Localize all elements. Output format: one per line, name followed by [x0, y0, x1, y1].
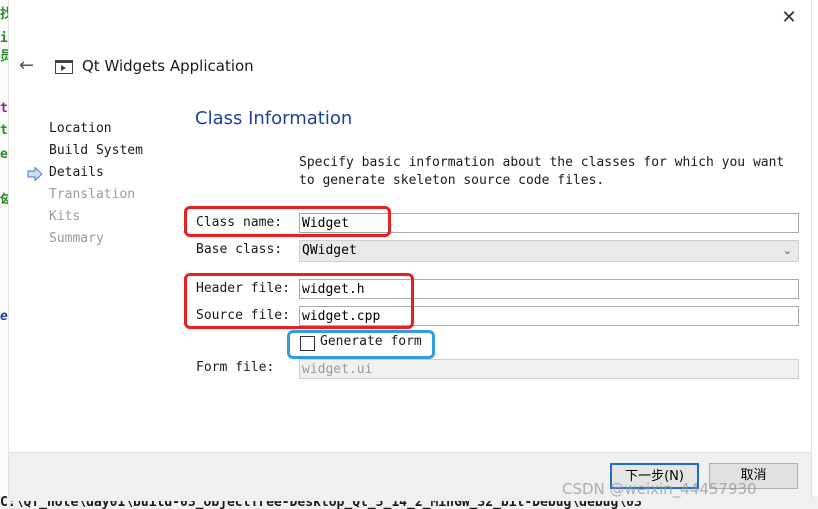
base-class-select[interactable]: QWidget ⌄ [299, 240, 799, 262]
sidebar-item-details: Details [49, 165, 104, 180]
sidebar-item-summary: Summary [49, 231, 104, 246]
chevron-down-icon: ⌄ [782, 244, 792, 257]
background-glyph: t [0, 101, 8, 116]
annotation-highlight-generate-form [287, 330, 435, 359]
background-glyph: i [0, 31, 8, 46]
form-file-field: widget.ui [299, 359, 799, 379]
background-glyph: e [0, 309, 8, 324]
base-class-label: Base class: [196, 242, 283, 257]
window-title: Qt Widgets Application [82, 57, 254, 75]
page-description: Specify basic information about the clas… [299, 154, 784, 190]
background-glyph: t [0, 123, 8, 138]
application-window-icon [55, 60, 73, 74]
current-step-arrow-icon [27, 167, 43, 181]
page-description-line: Specify basic information about the clas… [299, 155, 785, 170]
form-file-label: Form file: [196, 360, 275, 375]
base-class-value: QWidget [302, 243, 357, 258]
page-description-line: to generate skeleton source code files. [299, 173, 605, 188]
sidebar-item-build-system: Build System [49, 143, 143, 158]
back-arrow-icon[interactable]: ← [19, 56, 39, 76]
annotation-highlight-file-names [184, 273, 414, 329]
sidebar-item-location: Location [49, 121, 112, 136]
background-glyph: e [0, 147, 8, 162]
close-icon[interactable]: ✕ [779, 8, 799, 28]
sidebar-item-translation: Translation [49, 187, 136, 202]
wizard-dialog: ✕ ← Qt Widgets Application Location Buil… [8, 0, 812, 501]
sidebar-item-kits: Kits [49, 209, 81, 224]
watermark: CSDN @weixin_44457930 [562, 480, 757, 498]
annotation-highlight-class-name [184, 206, 391, 237]
page-heading: Class Information [195, 108, 353, 129]
